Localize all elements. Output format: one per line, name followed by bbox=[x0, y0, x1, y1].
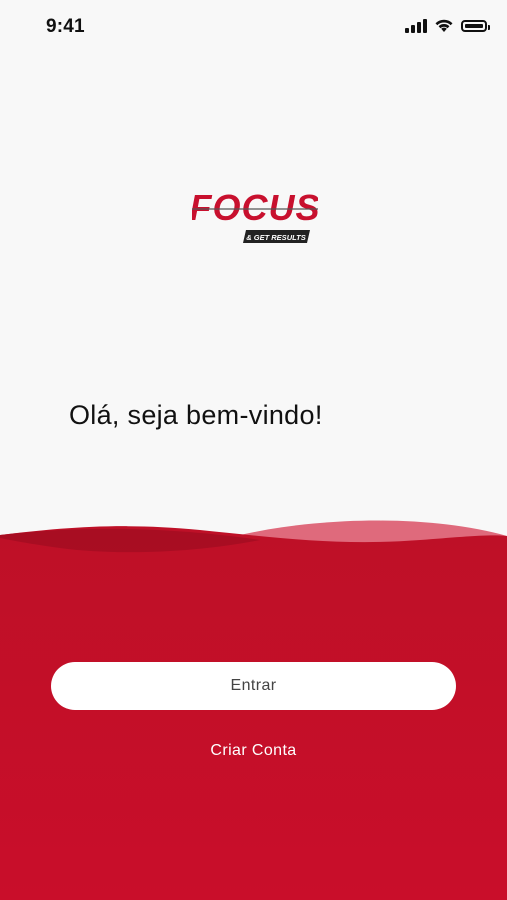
status-bar: 9:41 bbox=[0, 0, 507, 56]
wifi-icon bbox=[435, 19, 453, 32]
focus-logo: FOCUS & GET RESULTS bbox=[192, 187, 318, 243]
status-icons bbox=[405, 18, 490, 33]
welcome-screen: 9:41 FOCUS & GET RESULTS Olá, seja bem-v… bbox=[0, 0, 507, 900]
battery-icon bbox=[461, 19, 490, 32]
welcome-heading: Olá, seja bem-vindo! bbox=[69, 400, 323, 430]
create-account-link[interactable]: Criar Conta bbox=[0, 742, 507, 760]
enter-button[interactable]: Entrar bbox=[51, 662, 456, 710]
logo-tagline: & GET RESULTS bbox=[246, 233, 305, 242]
status-time: 9:41 bbox=[46, 16, 85, 37]
cellular-signal-icon bbox=[405, 18, 427, 33]
logo-title: FOCUS bbox=[192, 187, 318, 228]
